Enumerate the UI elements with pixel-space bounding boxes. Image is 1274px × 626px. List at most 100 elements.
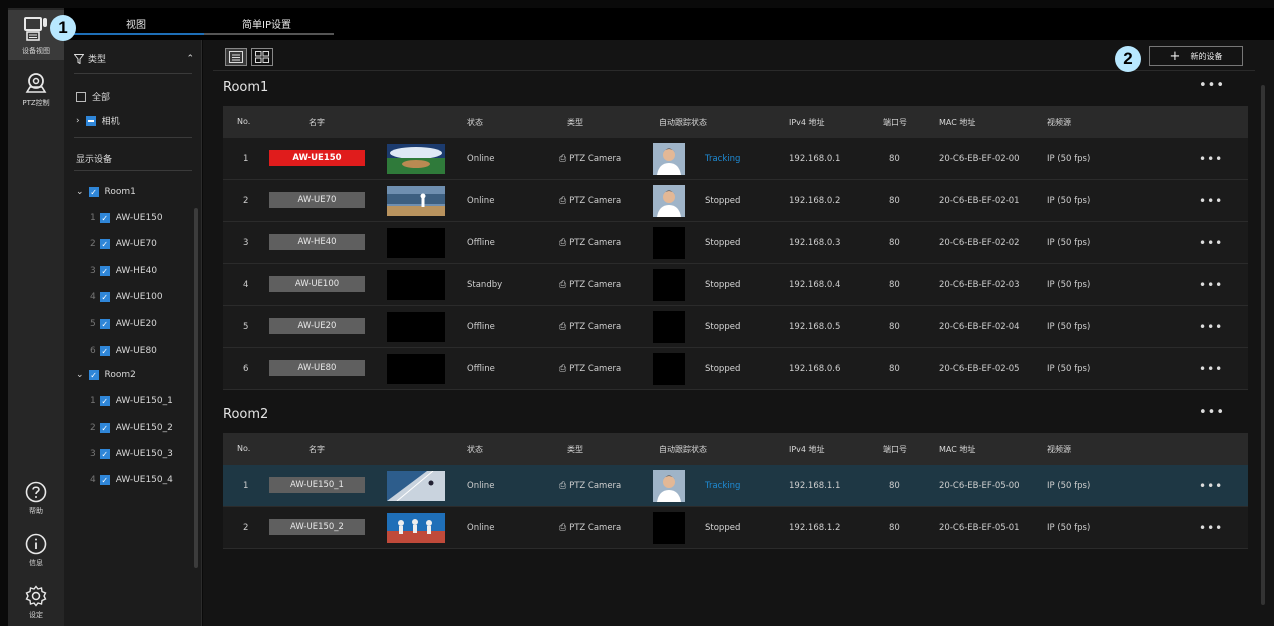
column-header-tracking[interactable]: 自动跟踪状态 bbox=[659, 117, 707, 128]
chevron-right-icon[interactable]: › bbox=[76, 116, 80, 126]
rail-help[interactable]: 帮助 bbox=[8, 476, 64, 526]
column-header-ipv4[interactable]: IPv4 地址 bbox=[789, 444, 825, 455]
camera-preview-thumbnail[interactable] bbox=[387, 354, 445, 384]
camera-preview-thumbnail[interactable] bbox=[387, 186, 445, 216]
tree-item-label: AW-UE150_4 bbox=[115, 475, 173, 485]
ptz-camera-icon: ⎙ bbox=[559, 481, 570, 491]
table-row[interactable]: 2 AW-UE150_2 Online ⎙ PTZ Camera Stopped 192.… bbox=[223, 507, 1248, 549]
device-name-badge[interactable]: AW-UE20 bbox=[269, 318, 365, 334]
tree-item-label: AW-UE150 bbox=[115, 213, 163, 223]
tab-view[interactable]: 视图 bbox=[126, 16, 146, 31]
row-more-options-icon[interactable]: ••• bbox=[1199, 362, 1223, 376]
row-more-options-icon[interactable]: ••• bbox=[1199, 521, 1223, 535]
info-icon bbox=[25, 533, 47, 555]
device-name-badge[interactable]: AW-UE150 bbox=[269, 150, 365, 166]
new-device-button[interactable]: + 新的设备 bbox=[1149, 46, 1243, 66]
device-name-badge[interactable]: AW-UE80 bbox=[269, 360, 365, 376]
row-more-options-icon[interactable]: ••• bbox=[1199, 194, 1223, 208]
port-number: 80 bbox=[889, 196, 900, 206]
camera-checkbox[interactable] bbox=[85, 115, 96, 126]
column-header-port[interactable]: 端口号 bbox=[883, 444, 907, 455]
column-header-name[interactable]: 名字 bbox=[309, 444, 325, 455]
device-name-badge[interactable]: AW-UE150_1 bbox=[269, 477, 365, 493]
all-checkbox[interactable] bbox=[76, 91, 86, 102]
device-checkbox[interactable]: ✓ bbox=[99, 475, 110, 485]
ptz-camera-icon: ⎙ bbox=[559, 280, 570, 290]
camera-preview-thumbnail[interactable] bbox=[387, 471, 445, 501]
device-type: ⎙ PTZ Camera bbox=[559, 364, 621, 374]
chevron-down-icon[interactable]: ⌄ bbox=[76, 370, 84, 380]
tree-item-label: AW-HE40 bbox=[115, 266, 158, 276]
camera-preview-thumbnail[interactable] bbox=[387, 270, 445, 300]
sidebar-scrollbar[interactable] bbox=[194, 208, 198, 568]
column-header-source[interactable]: 视频源 bbox=[1047, 444, 1071, 455]
main-scrollbar[interactable] bbox=[1261, 85, 1265, 605]
device-checkbox[interactable]: ✓ bbox=[99, 292, 110, 302]
device-checkbox[interactable]: ✓ bbox=[99, 239, 110, 249]
tree-group-room1[interactable]: ⌄ ✓ Room1 bbox=[76, 187, 214, 197]
ipv4-address: 192.168.0.1 bbox=[789, 154, 841, 164]
device-name-badge[interactable]: AW-HE40 bbox=[269, 234, 365, 250]
column-header-no[interactable]: No. bbox=[237, 444, 250, 453]
device-name-badge[interactable]: AW-UE150_2 bbox=[269, 519, 365, 535]
column-header-port[interactable]: 端口号 bbox=[883, 117, 907, 128]
room1-checkbox[interactable]: ✓ bbox=[88, 187, 99, 197]
column-header-mac[interactable]: MAC 地址 bbox=[939, 444, 975, 455]
device-checkbox[interactable]: ✓ bbox=[99, 449, 110, 459]
row-more-options-icon[interactable]: ••• bbox=[1199, 152, 1223, 166]
type-filter-header[interactable]: 类型 ⌃ bbox=[74, 52, 194, 65]
port-number: 80 bbox=[889, 238, 900, 248]
column-header-source[interactable]: 视频源 bbox=[1047, 117, 1071, 128]
rail-settings[interactable]: 设定 bbox=[8, 580, 64, 626]
list-view-button[interactable] bbox=[225, 48, 247, 66]
tree-item-label: AW-UE70 bbox=[115, 239, 157, 249]
column-header-status[interactable]: 状态 bbox=[467, 444, 483, 455]
rail-info[interactable]: 信息 bbox=[8, 528, 64, 578]
camera-preview-thumbnail[interactable] bbox=[387, 312, 445, 342]
table-row[interactable]: 1 AW-UE150 Online ⎙ PTZ Camera Tracking 192.1… bbox=[223, 138, 1248, 180]
column-header-no[interactable]: No. bbox=[237, 117, 250, 126]
column-header-type[interactable]: 类型 bbox=[567, 117, 583, 128]
help-icon bbox=[25, 481, 47, 503]
device-checkbox[interactable]: ✓ bbox=[99, 319, 110, 329]
column-header-name[interactable]: 名字 bbox=[309, 117, 325, 128]
grid-view-button[interactable] bbox=[251, 48, 273, 66]
column-header-tracking[interactable]: 自动跟踪状态 bbox=[659, 444, 707, 455]
device-name-badge[interactable]: AW-UE70 bbox=[269, 192, 365, 208]
camera-preview-thumbnail[interactable] bbox=[387, 228, 445, 258]
device-checkbox[interactable]: ✓ bbox=[99, 213, 110, 223]
column-header-mac[interactable]: MAC 地址 bbox=[939, 117, 975, 128]
column-header-type[interactable]: 类型 bbox=[567, 444, 583, 455]
device-checkbox[interactable]: ✓ bbox=[99, 266, 110, 276]
rail-ptz-control[interactable]: PTZ控制 bbox=[8, 66, 64, 114]
device-checkbox[interactable]: ✓ bbox=[99, 346, 110, 356]
device-checkbox[interactable]: ✓ bbox=[99, 423, 110, 433]
device-checkbox[interactable]: ✓ bbox=[99, 396, 110, 406]
device-status: Online bbox=[467, 481, 495, 491]
table-row[interactable]: 1 AW-UE150_1 Online ⎙ PTZ Camera Tracking 192… bbox=[223, 465, 1248, 507]
device-name-badge[interactable]: AW-UE100 bbox=[269, 276, 365, 292]
column-header-status[interactable]: 状态 bbox=[467, 117, 483, 128]
filter-camera[interactable]: › 相机 bbox=[76, 114, 214, 127]
chevron-up-icon[interactable]: ⌃ bbox=[186, 54, 194, 64]
tree-item-label: AW-UE20 bbox=[115, 319, 157, 329]
table-row[interactable]: 2 AW-UE70 Online ⎙ PTZ Camera Stopped 192.168… bbox=[223, 180, 1248, 222]
room2-checkbox[interactable]: ✓ bbox=[88, 370, 99, 380]
table-row[interactable]: 6 AW-UE80 Offline ⎙ PTZ Camera Stopped 192.16… bbox=[223, 348, 1248, 390]
chevron-down-icon[interactable]: ⌄ bbox=[76, 187, 84, 197]
table-row[interactable]: 3 AW-HE40 Offline ⎙ PTZ Camera Stopped 192.16… bbox=[223, 222, 1248, 264]
room-more-options-icon[interactable]: ••• bbox=[1199, 405, 1225, 420]
tab-simple-ip-settings[interactable]: 简单IP设置 bbox=[242, 16, 291, 31]
column-header-ipv4[interactable]: IPv4 地址 bbox=[789, 117, 825, 128]
camera-preview-thumbnail[interactable] bbox=[387, 513, 445, 543]
auto-tracking-status: Tracking bbox=[705, 154, 741, 164]
table-row[interactable]: 5 AW-UE20 Offline ⎙ PTZ Camera Stopped 192.16… bbox=[223, 306, 1248, 348]
row-more-options-icon[interactable]: ••• bbox=[1199, 236, 1223, 250]
table-row[interactable]: 4 AW-UE100 Standby ⎙ PTZ Camera Stopped 192.1… bbox=[223, 264, 1248, 306]
row-more-options-icon[interactable]: ••• bbox=[1199, 479, 1223, 493]
filter-all[interactable]: 全部 bbox=[76, 90, 214, 103]
row-more-options-icon[interactable]: ••• bbox=[1199, 320, 1223, 334]
room-more-options-icon[interactable]: ••• bbox=[1199, 78, 1225, 93]
row-more-options-icon[interactable]: ••• bbox=[1199, 278, 1223, 292]
camera-preview-thumbnail[interactable] bbox=[387, 144, 445, 174]
